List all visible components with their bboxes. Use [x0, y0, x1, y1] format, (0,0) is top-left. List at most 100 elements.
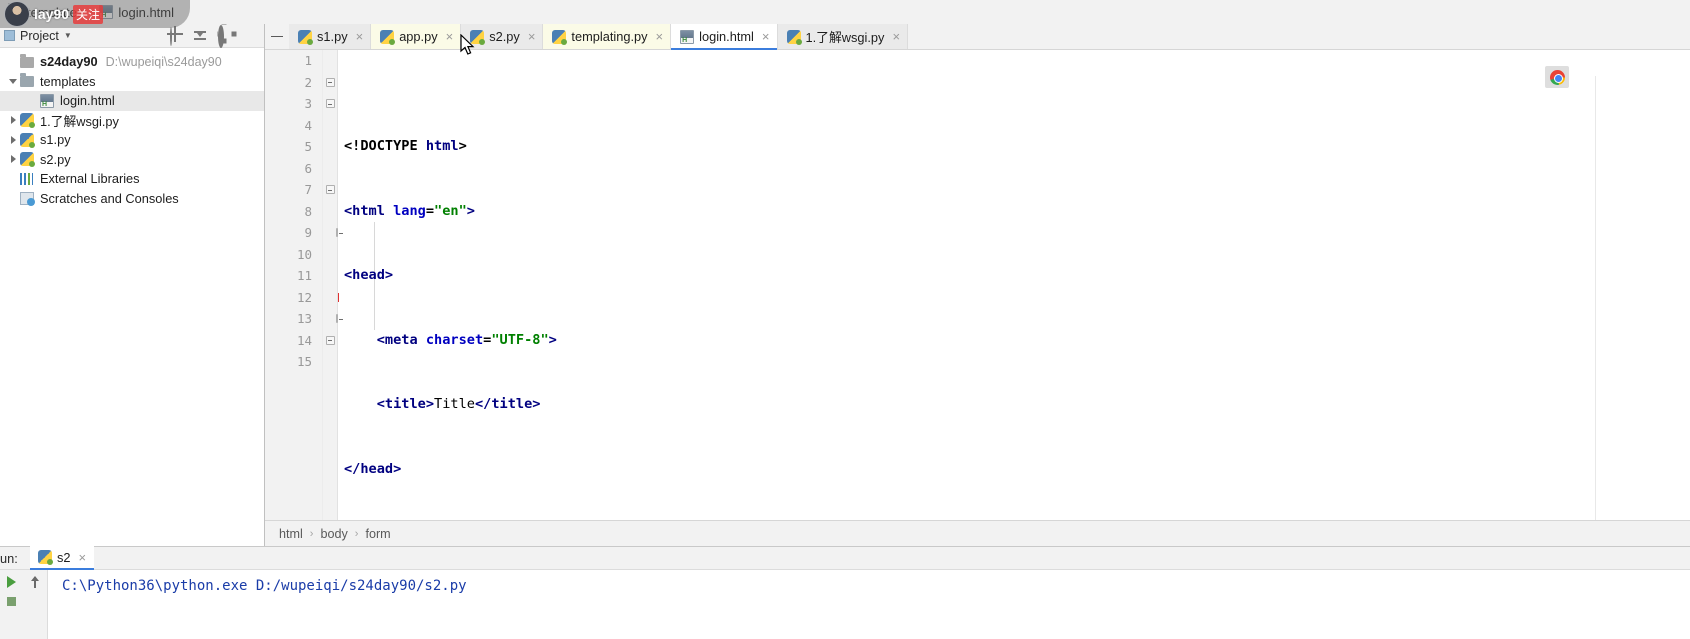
fold-toggle-body-end[interactable] [323, 330, 337, 352]
tree-item-scratches-and-consoles[interactable]: Scratches and Consoles [0, 189, 264, 209]
breadcrumb-separator-icon: › [309, 527, 314, 540]
close-icon[interactable]: × [656, 30, 664, 43]
tab-app-py[interactable]: app.py × [371, 24, 462, 49]
fold-slot [323, 244, 337, 266]
fold-toggle-head[interactable] [323, 93, 337, 115]
tab-label: s1.py [317, 29, 348, 44]
run-panel-title: un: [0, 550, 18, 566]
tree-item-s1-py[interactable]: s1.py [0, 130, 264, 150]
line-number: 8 [304, 203, 312, 219]
close-icon[interactable]: × [446, 30, 454, 43]
tree-item-label: 1.了解wsgi.py [40, 113, 119, 129]
python-file-icon [20, 132, 36, 148]
fold-toggle-html[interactable] [323, 72, 337, 94]
close-icon[interactable]: × [528, 30, 536, 43]
rerun-icon[interactable] [7, 576, 17, 588]
tree-item-path: D:\wupeiqi\s24day90 [105, 54, 222, 69]
hide-panel-icon[interactable] [241, 28, 256, 43]
tab-label: s2.py [489, 29, 520, 44]
run-actions-col-2 [24, 576, 48, 639]
close-icon[interactable]: × [356, 30, 364, 43]
tab-1-wsgi-py[interactable]: 1.了解wsgi.py × [777, 24, 909, 49]
breadcrumb-item-login-html[interactable]: login.html [99, 5, 174, 20]
python-file-icon [786, 29, 802, 45]
breadcrumb-body[interactable]: body [320, 527, 347, 541]
close-icon[interactable]: × [79, 551, 87, 564]
tree-item-label: login.html [60, 93, 115, 109]
collapse-all-icon[interactable] [193, 28, 208, 43]
editor-tabs-bar: s1.py × app.py × s2.py × templating.py × [265, 24, 1690, 50]
project-tree: s24day90 D:\wupeiqi\s24day90 templates l… [0, 48, 264, 208]
close-icon[interactable]: × [762, 30, 770, 43]
run-tab-label: s2 [57, 549, 71, 565]
python-file-icon [38, 550, 53, 565]
run-panel-header: un: s2 × [0, 546, 1690, 570]
tab-templating-py[interactable]: templating.py × [543, 24, 672, 49]
tree-twisty[interactable] [6, 78, 20, 84]
tab-s1-py[interactable]: s1.py × [289, 24, 372, 49]
code-folding-gutter[interactable] [323, 50, 343, 520]
tree-item-s2-py[interactable]: s2.py [0, 150, 264, 170]
breadcrumb-item-templates[interactable]: templates [8, 3, 84, 20]
editor-breadcrumb: html › body › form [265, 520, 1690, 546]
python-file-icon [552, 29, 568, 45]
fold-slot [323, 351, 337, 373]
tree-twisty[interactable] [6, 155, 20, 164]
fold-toggle-form-end[interactable] [323, 308, 343, 330]
fold-slot [323, 201, 337, 223]
tree-twisty[interactable] [6, 116, 20, 125]
hide-tabs-icon[interactable] [265, 24, 289, 49]
line-number-gutter[interactable]: 1 2 3 4 5 6 7 8 9 10 11 12 13 14 15 [265, 50, 339, 520]
locate-icon[interactable] [169, 27, 184, 46]
editor-right-margin [1595, 76, 1690, 546]
line-number: 2 [304, 74, 312, 90]
tab-s2-py[interactable]: s2.py × [461, 24, 544, 49]
close-icon[interactable]: × [892, 30, 900, 43]
run-actions-toolbar [0, 570, 48, 639]
open-in-browser-chrome-button[interactable] [1545, 66, 1569, 88]
line-number: 9 [304, 225, 312, 240]
breadcrumb-login-html-label: login.html [118, 4, 175, 20]
tree-item-login-html[interactable]: login.html [0, 91, 264, 111]
chevron-down-icon[interactable]: ▼ [64, 31, 72, 40]
breadcrumb-separator-icon: › [89, 5, 94, 19]
fold-toggle-body[interactable] [323, 179, 337, 201]
tree-item-label: s24day90 [40, 54, 98, 70]
code-text[interactable]: <!DOCTYPE html> <html lang="en"> <head> … [338, 50, 1690, 520]
run-console-output[interactable]: C:\Python36\python.exe D:/wupeiqi/s24day… [48, 570, 1690, 639]
settings-gear-icon[interactable] [217, 25, 232, 48]
tree-item-label: External Libraries [40, 171, 140, 187]
line-number: 5 [304, 139, 312, 154]
breadcrumb-html[interactable]: html [279, 527, 303, 541]
code-line-1: <!DOCTYPE html> [344, 138, 467, 154]
run-tab-s2[interactable]: s2 × [30, 546, 95, 570]
line-number: 12 [265, 287, 339, 309]
fold-slot [323, 287, 337, 309]
tab-login-html[interactable]: login.html × [671, 24, 778, 50]
fold-slot [323, 50, 337, 72]
folder-icon [8, 3, 22, 18]
stop-icon[interactable] [7, 597, 17, 606]
line-number-label: 12 [296, 289, 312, 305]
tree-item-templates[interactable]: templates [0, 72, 264, 92]
editor-area: s1.py × app.py × s2.py × templating.py × [265, 24, 1690, 546]
fold-toggle-form[interactable] [323, 222, 343, 244]
tree-item-external-libraries[interactable]: External Libraries [0, 169, 264, 189]
run-actions-col-1 [0, 576, 24, 639]
top-navigation-bar: templates › login.html [0, 0, 1690, 24]
chrome-icon [1549, 69, 1565, 85]
fold-slot [323, 115, 337, 137]
tree-item-1-wsgi-py[interactable]: 1.了解wsgi.py [0, 111, 264, 131]
code-editor[interactable]: 1 2 3 4 5 6 7 8 9 10 11 12 13 14 15 <!DO… [265, 50, 1690, 546]
tab-label: login.html [699, 29, 754, 44]
tree-item-label: Scratches and Consoles [40, 190, 179, 206]
tree-twisty[interactable] [6, 135, 20, 144]
tree-item-label: s1.py [40, 132, 71, 148]
tab-label: templating.py [571, 29, 648, 44]
scroll-up-icon[interactable] [29, 576, 41, 588]
library-icon [20, 172, 36, 186]
html-file-icon [40, 93, 56, 109]
tree-item-s24day90[interactable]: s24day90 D:\wupeiqi\s24day90 [0, 52, 264, 72]
breadcrumb-form[interactable]: form [365, 527, 390, 541]
breadcrumb-templates-label: templates [27, 4, 84, 20]
